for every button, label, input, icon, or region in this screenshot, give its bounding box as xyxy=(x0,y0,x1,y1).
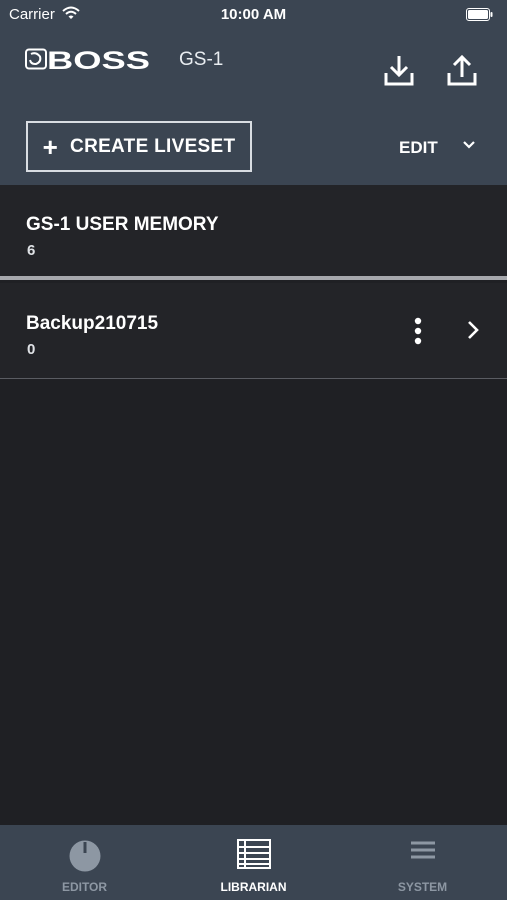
tab-label: EDITOR xyxy=(61,880,108,894)
liveset-count: 0 xyxy=(27,341,36,358)
download-icon[interactable] xyxy=(384,54,414,87)
liveset-name: Backup210715 xyxy=(26,313,159,334)
status-time: 10:00 AM xyxy=(220,6,287,23)
tab-editor[interactable]: EDITOR xyxy=(0,825,169,900)
boss-logo: BOSS xyxy=(25,48,150,72)
liveset-item[interactable]: Backup210715 0 xyxy=(0,283,507,378)
edit-button[interactable]: EDIT xyxy=(399,138,438,158)
liveset-item[interactable]: GS-1 USER MEMORY 6 xyxy=(0,185,507,280)
liveset-name: GS-1 USER MEMORY xyxy=(26,214,219,235)
status-bar: Carrier 10:00 AM xyxy=(0,0,507,30)
tab-librarian[interactable]: LIBRARIAN xyxy=(169,825,338,900)
logo-text: BOSS xyxy=(47,48,150,72)
menu-icon xyxy=(410,841,435,859)
tab-bar: EDITOR LIBRARIAN SYSTEM xyxy=(0,825,507,900)
divider xyxy=(0,276,507,280)
plus-icon: + xyxy=(42,131,59,162)
list-icon xyxy=(236,839,271,869)
divider xyxy=(0,378,507,379)
knob-icon xyxy=(69,840,100,872)
more-vertical-icon[interactable] xyxy=(408,317,428,345)
chevron-down-icon[interactable] xyxy=(462,140,476,150)
liveset-count: 6 xyxy=(27,242,36,259)
chevron-right-icon[interactable] xyxy=(466,320,480,340)
create-liveset-button[interactable]: + CREATE LIVESET xyxy=(26,121,252,172)
tab-system[interactable]: SYSTEM xyxy=(338,825,507,900)
create-liveset-label: CREATE LIVESET xyxy=(70,135,236,157)
tab-label: SYSTEM xyxy=(397,880,448,894)
tab-label: LIBRARIAN xyxy=(220,880,287,894)
battery-icon xyxy=(466,8,493,21)
app-header: BOSS GS-1 + CREATE LIVESET EDIT xyxy=(0,30,507,185)
upload-icon[interactable] xyxy=(447,54,477,87)
device-name: GS-1 xyxy=(179,49,224,70)
